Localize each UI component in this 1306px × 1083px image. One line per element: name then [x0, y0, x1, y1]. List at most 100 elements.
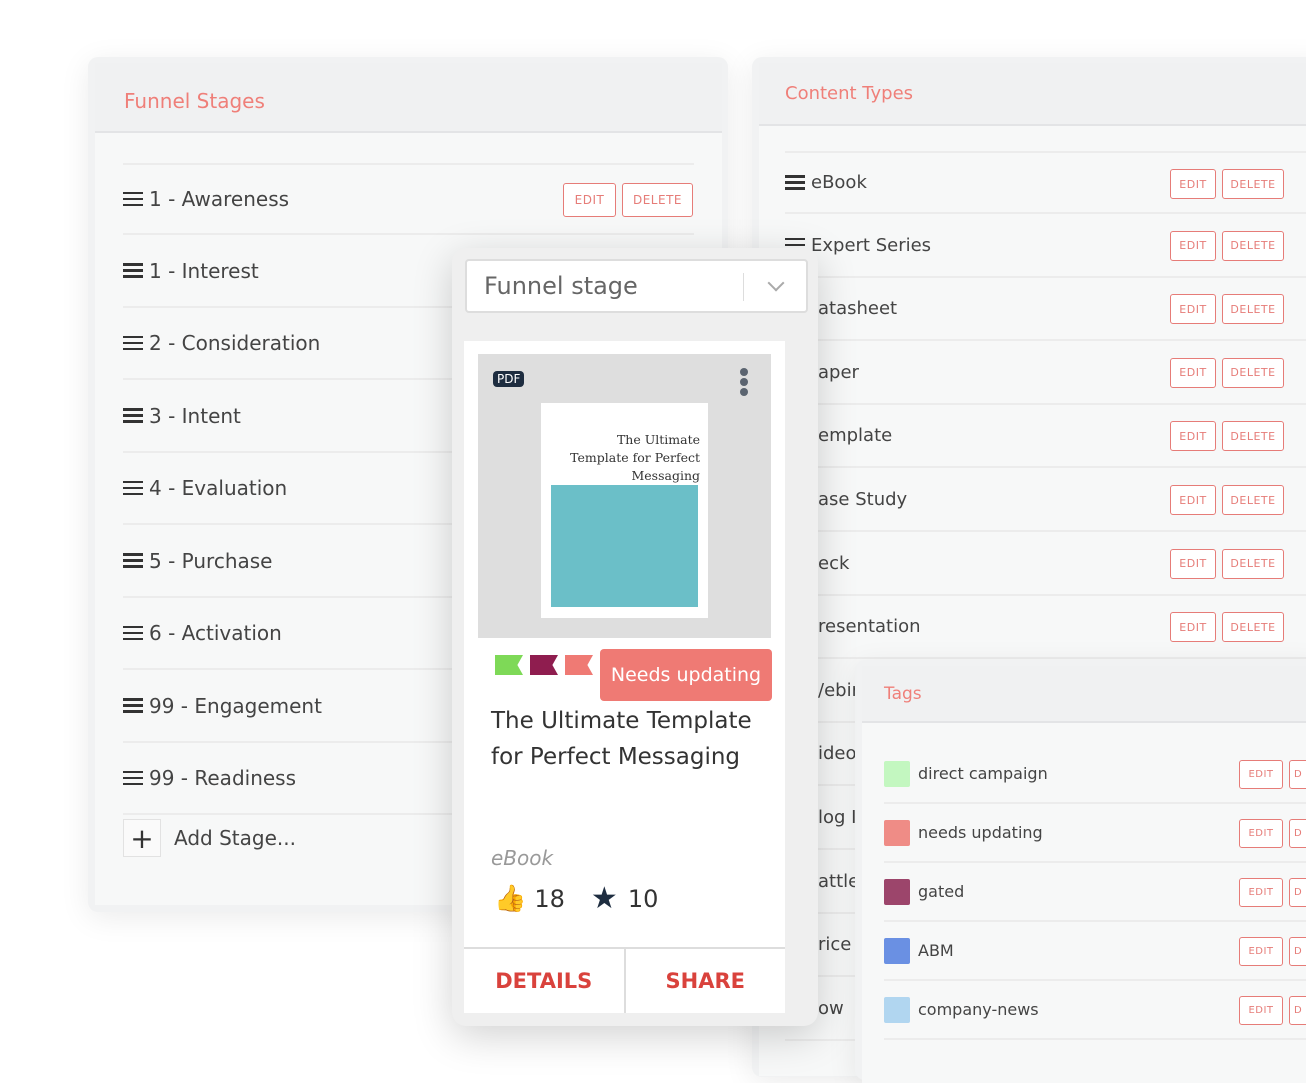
edit-button[interactable]: EDIT — [1170, 357, 1216, 388]
delete-button[interactable]: DELETE — [622, 183, 693, 217]
content-type-row[interactable]: atasheet EDIT DELETE — [785, 278, 1306, 342]
funnel-stage-label: 5 - Purchase — [149, 548, 273, 573]
delete-button[interactable]: D — [1289, 760, 1306, 789]
content-type-label: resentation — [818, 616, 921, 638]
content-type-label: ow — [818, 997, 844, 1019]
funnel-stage-select[interactable]: Funnel stage — [465, 259, 808, 313]
delete-button[interactable]: DELETE — [1222, 357, 1284, 388]
tag-flag-gated — [530, 655, 558, 675]
tag-label: needs updating — [918, 823, 1043, 842]
funnel-stage-label: 99 - Engagement — [149, 693, 322, 718]
content-type-row[interactable]: ase Study EDIT DELETE — [785, 469, 1306, 532]
add-stage-button[interactable]: + Add Stage... — [123, 819, 296, 857]
edit-button[interactable]: EDIT — [1239, 760, 1283, 789]
cover-page: The Ultimate Template for Perfect Messag… — [541, 403, 708, 618]
funnel-stage-label: 99 - Readiness — [149, 766, 297, 790]
tags-title: Tags — [884, 684, 922, 704]
status-badge: Needs updating — [600, 649, 772, 701]
content-card: PDF The Ultimate Template for Perfect Me… — [464, 341, 785, 1013]
edit-button[interactable]: EDIT — [1239, 878, 1283, 907]
edit-button[interactable]: EDIT — [1170, 612, 1216, 643]
funnel-stage-label: 6 - Activation — [149, 621, 282, 645]
delete-button[interactable]: DELETE — [1222, 421, 1284, 452]
content-type-label: ideo — [818, 743, 857, 765]
tag-label: direct campaign — [918, 764, 1048, 783]
edit-button[interactable]: EDIT — [563, 183, 616, 217]
funnel-stages-header: Funnel Stages — [95, 63, 722, 133]
thumbs-up-icon[interactable]: 👍 — [494, 884, 526, 914]
delete-button[interactable]: D — [1289, 996, 1306, 1025]
drag-handle-icon[interactable] — [123, 408, 143, 423]
drag-handle-icon[interactable] — [785, 175, 805, 190]
drag-handle-icon[interactable] — [123, 335, 143, 351]
add-stage-label: Add Stage... — [174, 826, 296, 850]
card-title[interactable]: The Ultimate Template for Perfect Messag… — [491, 703, 761, 775]
content-type-row[interactable]: emplate EDIT DELETE — [785, 405, 1306, 469]
content-type-row[interactable]: resentation EDIT DELETE — [785, 596, 1306, 660]
tag-row[interactable]: gated EDIT D — [884, 863, 1306, 922]
tags-header: Tags — [862, 666, 1306, 723]
drag-handle-icon[interactable] — [123, 263, 143, 278]
content-type-row[interactable]: aper EDIT DELETE — [785, 342, 1306, 405]
delete-button[interactable]: D — [1289, 819, 1306, 848]
content-type-label: Expert Series — [811, 234, 932, 256]
funnel-stage-placeholder: Funnel stage — [484, 272, 638, 300]
edit-button[interactable]: EDIT — [1239, 996, 1283, 1025]
tag-label: ABM — [918, 941, 954, 960]
content-type-label: eBook — [811, 172, 867, 193]
stars-count: 10 — [627, 884, 659, 913]
funnel-stage-label: 1 - Interest — [149, 258, 259, 283]
tag-color-swatch[interactable] — [884, 996, 910, 1023]
edit-button[interactable]: EDIT — [1170, 230, 1216, 261]
tag-color-swatch[interactable] — [884, 819, 910, 846]
star-icon[interactable]: ★ — [591, 881, 618, 916]
delete-button[interactable]: DELETE — [1222, 230, 1284, 261]
tag-color-swatch[interactable] — [884, 937, 910, 964]
delete-button[interactable]: DELETE — [1222, 485, 1284, 515]
drag-handle-icon[interactable] — [123, 480, 143, 496]
delete-button[interactable]: DELETE — [1222, 294, 1284, 325]
funnel-stage-label: 4 - Evaluation — [149, 476, 288, 500]
tag-row[interactable]: needs updating EDIT D — [884, 804, 1306, 863]
funnel-stage-row[interactable]: 1 - Awareness EDIT DELETE — [123, 163, 694, 235]
funnel-stage-label: 3 - Intent — [149, 403, 241, 428]
edit-button[interactable]: EDIT — [1239, 819, 1283, 848]
edit-button[interactable]: EDIT — [1239, 937, 1283, 966]
tag-flags — [495, 655, 593, 675]
details-button[interactable]: DETAILS — [464, 949, 626, 1013]
tags-list: direct campaign EDIT Dneeds updating EDIT Dg… — [862, 723, 1306, 1083]
tag-color-swatch[interactable] — [884, 878, 910, 905]
drag-handle-icon[interactable] — [123, 698, 143, 713]
delete-button[interactable]: DELETE — [1222, 612, 1284, 643]
more-options-icon[interactable] — [740, 368, 748, 396]
pdf-badge: PDF — [493, 371, 525, 387]
tag-row[interactable]: ABM EDIT D — [884, 922, 1306, 981]
content-type-row[interactable]: Expert Series EDIT DELETE — [785, 215, 1306, 278]
tag-row[interactable]: company-news EDIT D — [884, 981, 1306, 1040]
edit-button[interactable]: EDIT — [1170, 485, 1216, 515]
tag-color-swatch[interactable] — [884, 760, 910, 787]
edit-button[interactable]: EDIT — [1170, 169, 1216, 199]
drag-handle-icon[interactable] — [123, 770, 143, 786]
content-type-label: rice — [818, 934, 852, 956]
delete-button[interactable]: DELETE — [1222, 169, 1284, 199]
share-button[interactable]: SHARE — [626, 949, 786, 1013]
thumbnail[interactable]: PDF The Ultimate Template for Perfect Me… — [478, 354, 771, 638]
tag-flag-needs-updating — [565, 655, 593, 675]
edit-button[interactable]: EDIT — [1170, 294, 1216, 325]
delete-button[interactable]: D — [1289, 878, 1306, 907]
tags-panel: Tags direct campaign EDIT Dneeds updating E… — [855, 660, 1306, 1083]
edit-button[interactable]: EDIT — [1170, 421, 1216, 452]
drag-handle-icon[interactable] — [123, 191, 143, 207]
delete-button[interactable]: D — [1289, 937, 1306, 966]
edit-button[interactable]: EDIT — [1170, 548, 1216, 579]
content-types-header: Content Types — [759, 63, 1306, 126]
funnel-stage-label: 1 - Awareness — [149, 187, 290, 211]
content-type-row[interactable]: eck EDIT DELETE — [785, 533, 1306, 596]
content-type-row[interactable]: eBook EDIT DELETE — [785, 151, 1306, 214]
drag-handle-icon[interactable] — [123, 625, 143, 641]
content-card-popup: Funnel stage PDF The Ultimate Template f… — [452, 248, 818, 1026]
drag-handle-icon[interactable] — [123, 553, 143, 568]
tag-row[interactable]: direct campaign EDIT D — [884, 745, 1306, 804]
delete-button[interactable]: DELETE — [1222, 548, 1284, 579]
